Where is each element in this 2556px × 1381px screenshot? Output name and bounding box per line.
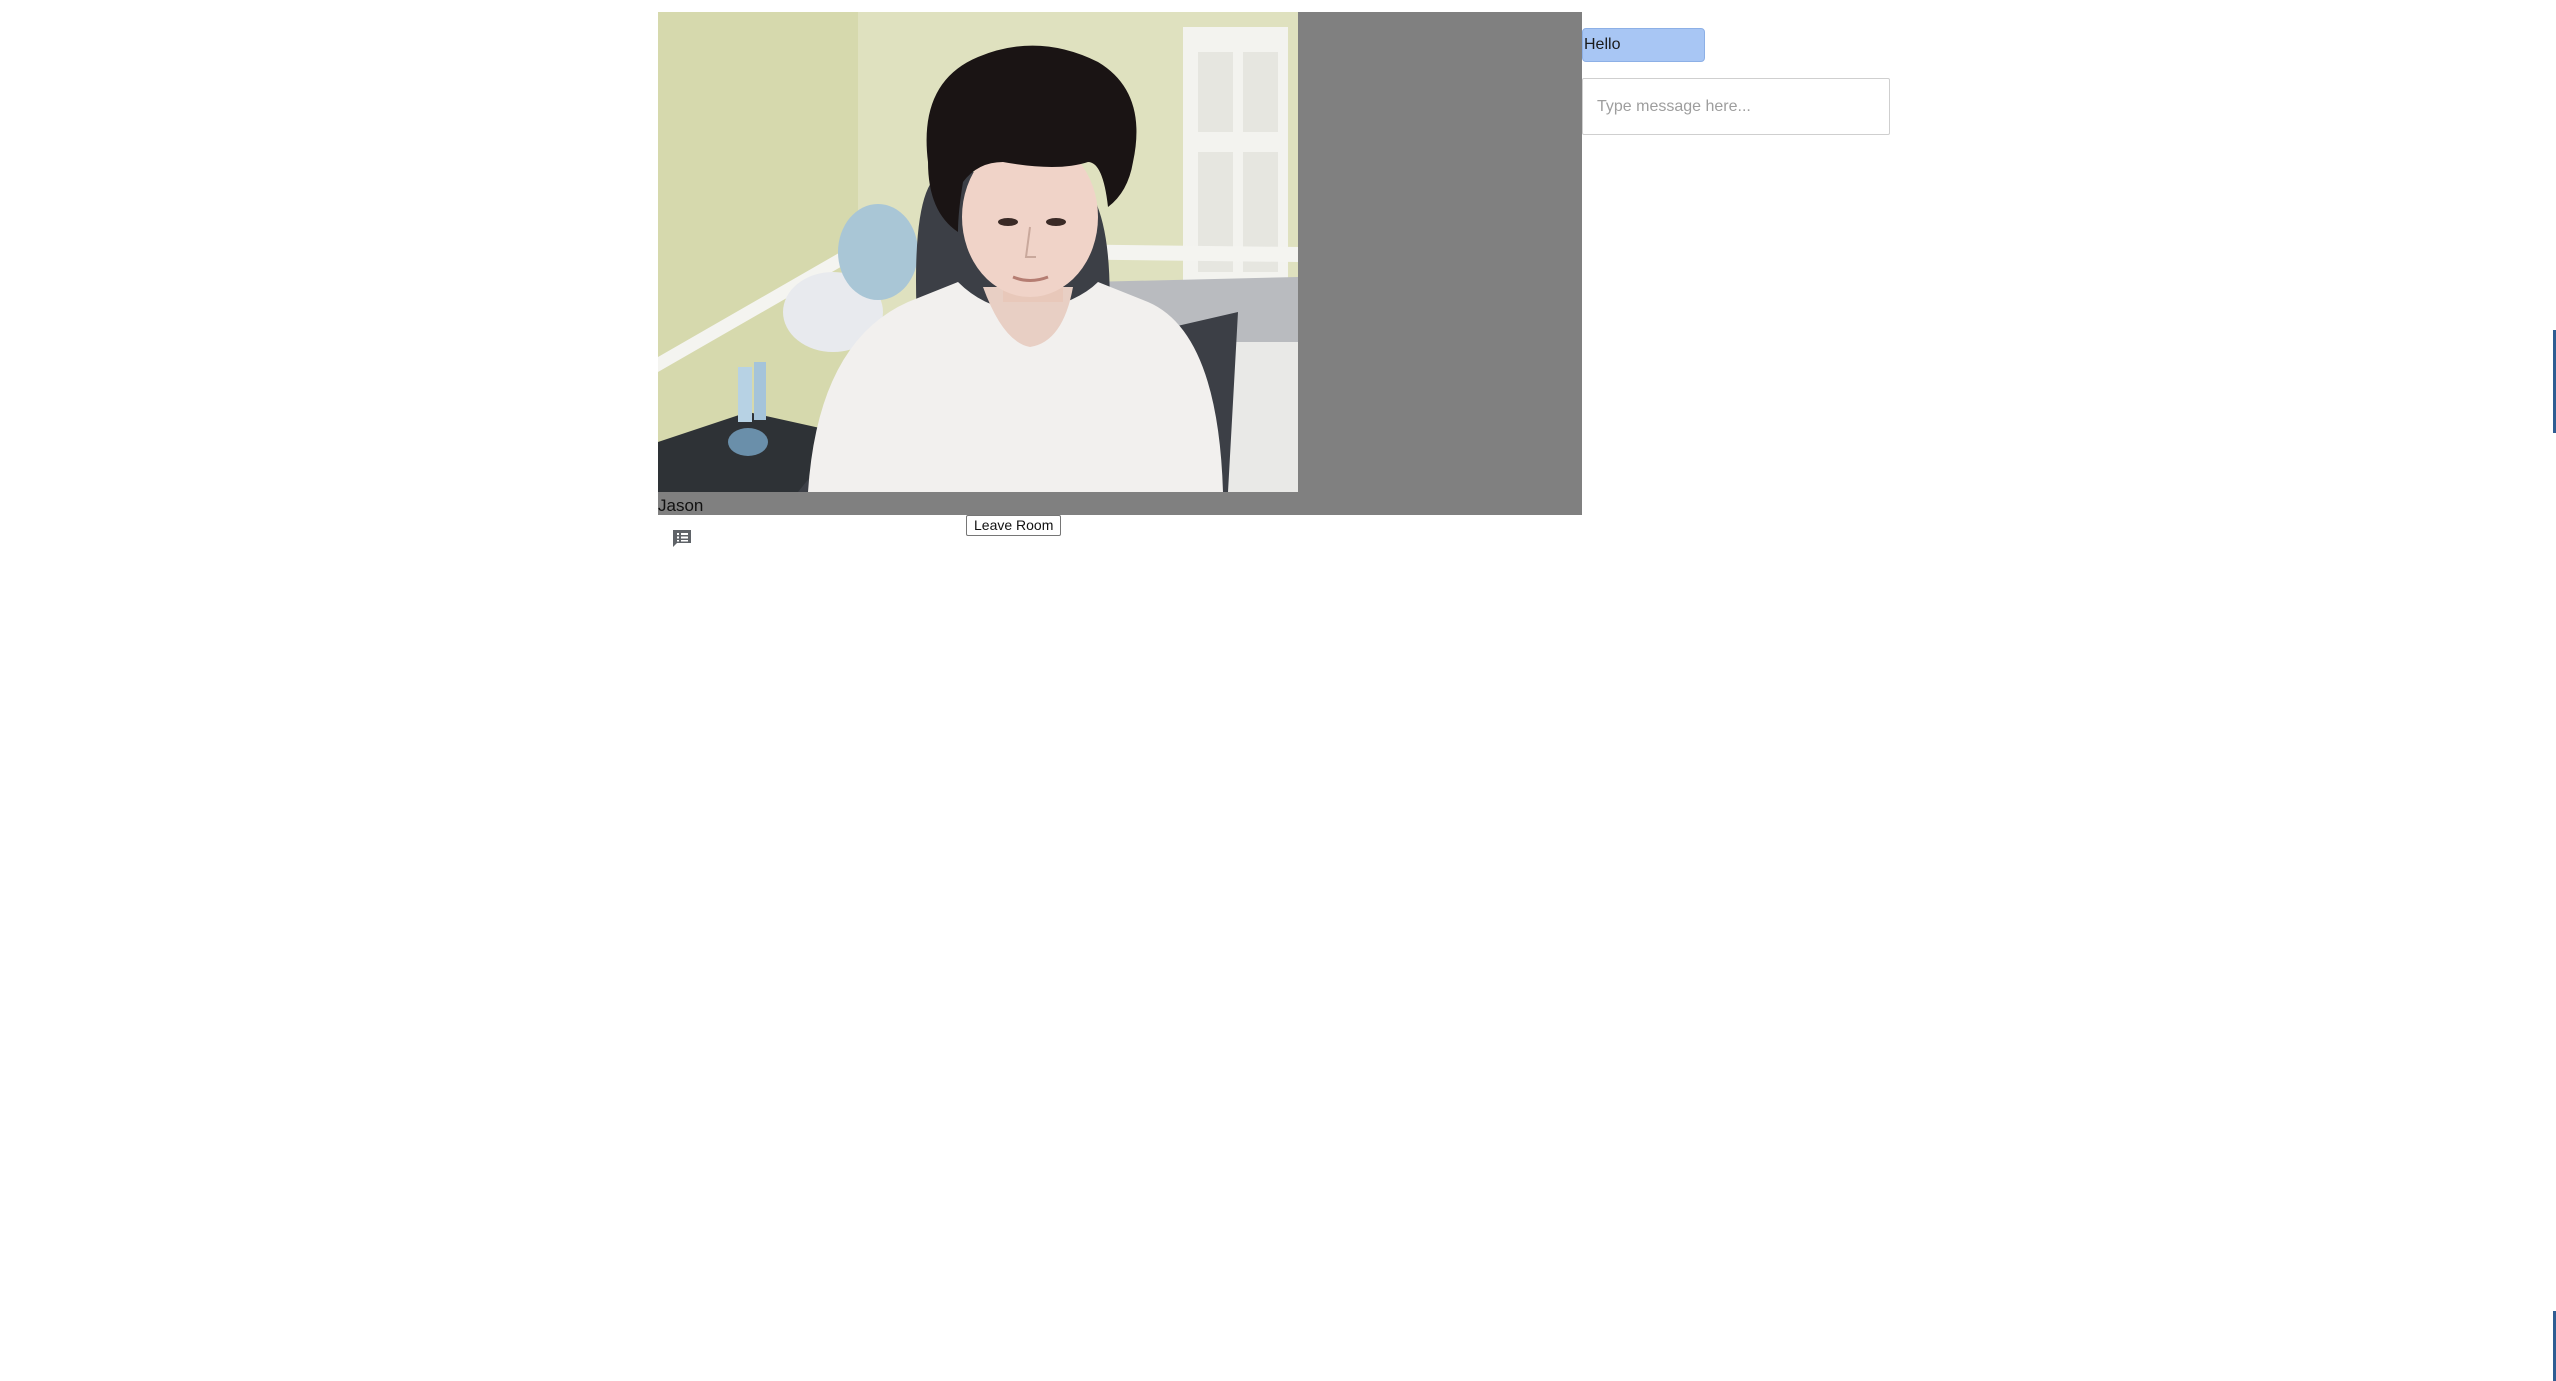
chat-toggle-button[interactable] [671,529,693,549]
leave-room-button[interactable]: Leave Room [966,515,1062,536]
chat-message: Hello [1582,28,1705,62]
participant-name: Jason [658,496,704,515]
participant-video [658,12,1298,492]
chat-list-icon [673,530,691,547]
participant-video-image [658,12,1298,492]
video-panel: Jason [658,12,1582,515]
message-input[interactable] [1582,78,1890,135]
